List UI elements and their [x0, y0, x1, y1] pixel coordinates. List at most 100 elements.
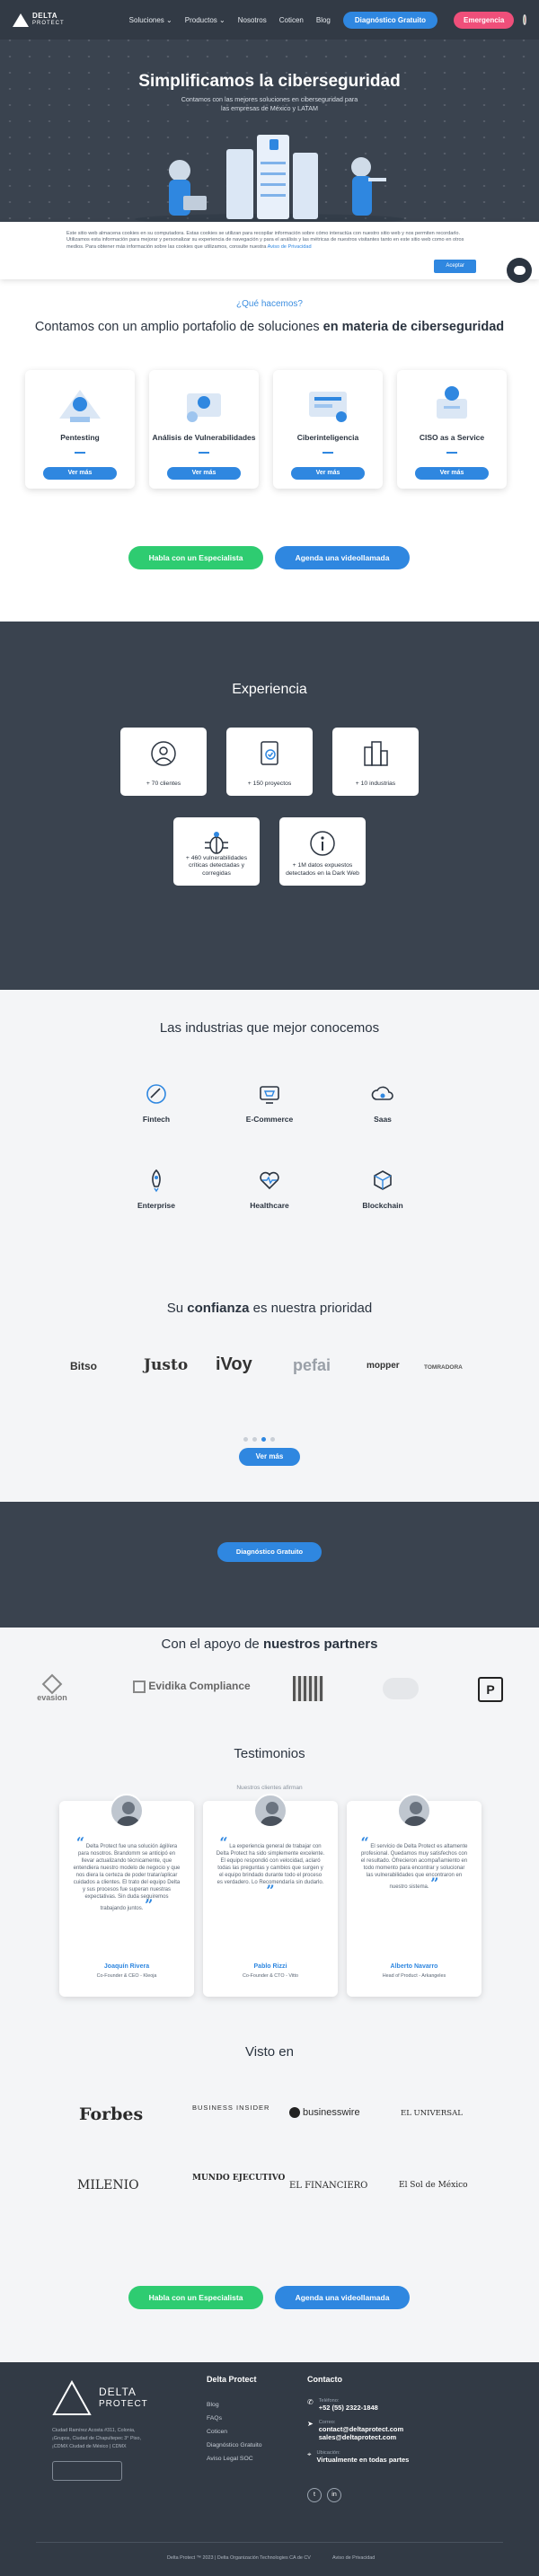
testimonial-card: “ La experiencia general de trabajar con… — [203, 1794, 338, 1997]
testimonial-card: “ El servicio de Delta Protect es altame… — [347, 1794, 482, 1997]
service-card-title: Análisis de Vulnerabilidades — [152, 433, 256, 442]
ecommerce-icon — [260, 1086, 279, 1104]
ver-mas-clients-button[interactable]: Ver más — [239, 1448, 300, 1466]
nav-item-coticen[interactable]: Coticen — [279, 16, 304, 24]
hero-title: Simplificamos la ciberseguridad — [138, 72, 401, 91]
info-icon — [310, 831, 335, 856]
nav-item-soluciones[interactable]: Soluciones ⌄ — [129, 16, 172, 24]
title-underline — [199, 452, 209, 454]
footer-link-blog[interactable]: Blog — [207, 2398, 262, 2412]
press-logo-el-universal: EL UNIVERSAL — [401, 2109, 463, 2118]
fintech-icon — [146, 1084, 166, 1104]
title-underline — [323, 452, 333, 454]
emergency-button[interactable]: Emergencia — [454, 11, 515, 29]
press-logo-el-sol-de-mexico: El Sol de México — [399, 2181, 468, 2190]
stat-card: + 1M datos expuestos detectados en la Da… — [279, 817, 366, 886]
footer-link-aviso-legal[interactable]: Aviso Legal SOC — [207, 2452, 262, 2466]
industries-title: Las industrias que mejor conocemos — [159, 1020, 380, 1036]
press-title: Visto en — [245, 2044, 294, 2060]
talk-specialist-button[interactable]: Habla con un Especialista — [128, 546, 263, 569]
client-logo-tomradora: TOMRADORA — [424, 1364, 463, 1371]
schedule-call-button[interactable]: Agenda una videollamada — [275, 546, 410, 569]
ver-mas-button[interactable]: Ver más — [291, 467, 365, 480]
testimonial-role: Co-Founder & CEO - Kleoja — [96, 1973, 157, 1979]
service-card-ciberinteligencia[interactable]: Ciberinteligencia Ver más — [273, 370, 383, 489]
mexico-flag-icon[interactable] — [523, 14, 526, 25]
privacy-link[interactable]: Aviso de Privacidad — [268, 244, 312, 250]
hero-illustration — [135, 135, 404, 225]
testimonial-name: Alberto Navarro — [390, 1963, 438, 1970]
carousel-dots — [243, 1437, 275, 1442]
avatar — [397, 1794, 431, 1828]
press-logo-business-insider: BUSINESS INSIDER — [192, 2104, 270, 2112]
partner-logo-3 — [293, 1676, 323, 1701]
press-logo-forbes: Forbes — [79, 2104, 144, 2124]
footer-privacy-link[interactable]: Aviso de Privacidad — [332, 2555, 375, 2561]
avatar — [253, 1794, 287, 1828]
copyright: Delta Protect ™ 2023 | Delta Organizació… — [167, 2555, 311, 2561]
client-logo-mopper: mopper — [367, 1361, 400, 1371]
nav-item-blog[interactable]: Blog — [316, 16, 331, 24]
ciso-illustration — [437, 386, 467, 419]
evidika-mark-icon — [133, 1680, 146, 1693]
testimonial-quote: La experiencia general de trabajar con D… — [216, 1844, 325, 1885]
ver-mas-button[interactable]: Ver más — [43, 467, 117, 480]
industry-fintech: Fintech — [120, 1081, 192, 1124]
partner-logo-evidika: Evidika Compliance — [133, 1680, 251, 1693]
quote-close-icon: ” — [430, 1875, 439, 1892]
testimonial-quote: Delta Protect fue una solución ágil/era … — [73, 1844, 181, 1911]
pentesting-illustration — [59, 390, 101, 422]
experience-section — [0, 622, 539, 990]
cookie-banner: Este sitio web almacena cookies en su co… — [0, 222, 539, 279]
partner-logo-4 — [383, 1678, 419, 1699]
industry-saas: Saas — [347, 1081, 419, 1124]
footer-badge — [52, 2461, 122, 2481]
location-pin-icon: ⌖ — [307, 2450, 312, 2458]
hero-subtitle: Contamos con las mejores soluciones en c… — [181, 95, 358, 112]
diagnostic-band — [0, 1502, 539, 1628]
service-card-vulnerabilidades[interactable]: Análisis de Vulnerabilidades Ver más — [149, 370, 259, 489]
press-logo-mundo-ejecutivo: MUNDO EJECUTIVO — [192, 2174, 286, 2183]
top-nav: DELTA PROTECT Soluciones ⌄ Productos ⌄ N… — [0, 0, 539, 40]
industry-healthcare: Healthcare — [234, 1168, 305, 1210]
footer-link-coticen[interactable]: Coticen — [207, 2425, 262, 2439]
bug-icon — [205, 832, 228, 854]
linkedin-icon[interactable]: in — [327, 2487, 341, 2502]
diagnostic-free-button[interactable]: Diagnóstico Gratuito — [217, 1542, 322, 1562]
talk-specialist-button-bottom[interactable]: Habla con un Especialista — [128, 2286, 263, 2309]
carousel-dot-active[interactable] — [261, 1437, 266, 1442]
nav-item-productos[interactable]: Productos ⌄ — [185, 16, 225, 24]
cloud-icon — [371, 1086, 393, 1100]
ver-mas-button[interactable]: Ver más — [167, 467, 241, 480]
delta-logo[interactable]: DELTA PROTECT — [13, 13, 65, 27]
schedule-call-button-bottom[interactable]: Agenda una videollamada — [275, 2286, 410, 2309]
chat-widget-button[interactable] — [507, 258, 532, 283]
nav-item-nosotros[interactable]: Nosotros — [238, 16, 267, 24]
rocket-icon — [152, 1169, 161, 1193]
carousel-dot[interactable] — [270, 1437, 275, 1442]
user-icon — [151, 741, 176, 766]
twitter-icon[interactable]: t — [307, 2487, 322, 2502]
cube-icon — [374, 1170, 392, 1190]
partners-title: Con el apoyo de nuestros partners — [161, 1636, 378, 1652]
cookie-text: Este sitio web almacena cookies en su co… — [66, 231, 464, 250]
testimonial-card: “ Delta Protect fue una solución ágil/er… — [59, 1794, 194, 1997]
contact-phone: ✆ Teléfono: +52 (55) 2322-1848 — [307, 2398, 378, 2412]
stat-card: + 460 vulnerabilidades críticas detectad… — [173, 817, 260, 886]
partner-logo-evasion: evasion — [32, 1673, 72, 1702]
service-card-pentesting[interactable]: Pentesting Ver más — [25, 370, 135, 489]
service-card-ciso[interactable]: CISO as a Service Ver más — [397, 370, 507, 489]
footer-link-faqs[interactable]: FAQs — [207, 2412, 262, 2425]
ver-mas-button[interactable]: Ver más — [415, 467, 489, 480]
client-logo-pefai: pefai — [293, 1356, 331, 1374]
chat-bubble-icon — [513, 266, 526, 275]
footer-link-diagnostico[interactable]: Diagnóstico Gratuito — [207, 2439, 262, 2452]
press-logo-el-financiero: EL FINANCIERO — [289, 2181, 368, 2191]
footer-logo[interactable]: DELTA PROTECT — [52, 2380, 148, 2416]
carousel-dot[interactable] — [252, 1437, 257, 1442]
cookie-accept-button[interactable]: Aceptar — [434, 260, 476, 274]
diagnostic-button[interactable]: Diagnóstico Gratuito — [342, 11, 437, 29]
industry-blockchain: Blockchain — [347, 1168, 419, 1210]
carousel-dot[interactable] — [243, 1437, 248, 1442]
experience-title: Experiencia — [232, 682, 307, 697]
